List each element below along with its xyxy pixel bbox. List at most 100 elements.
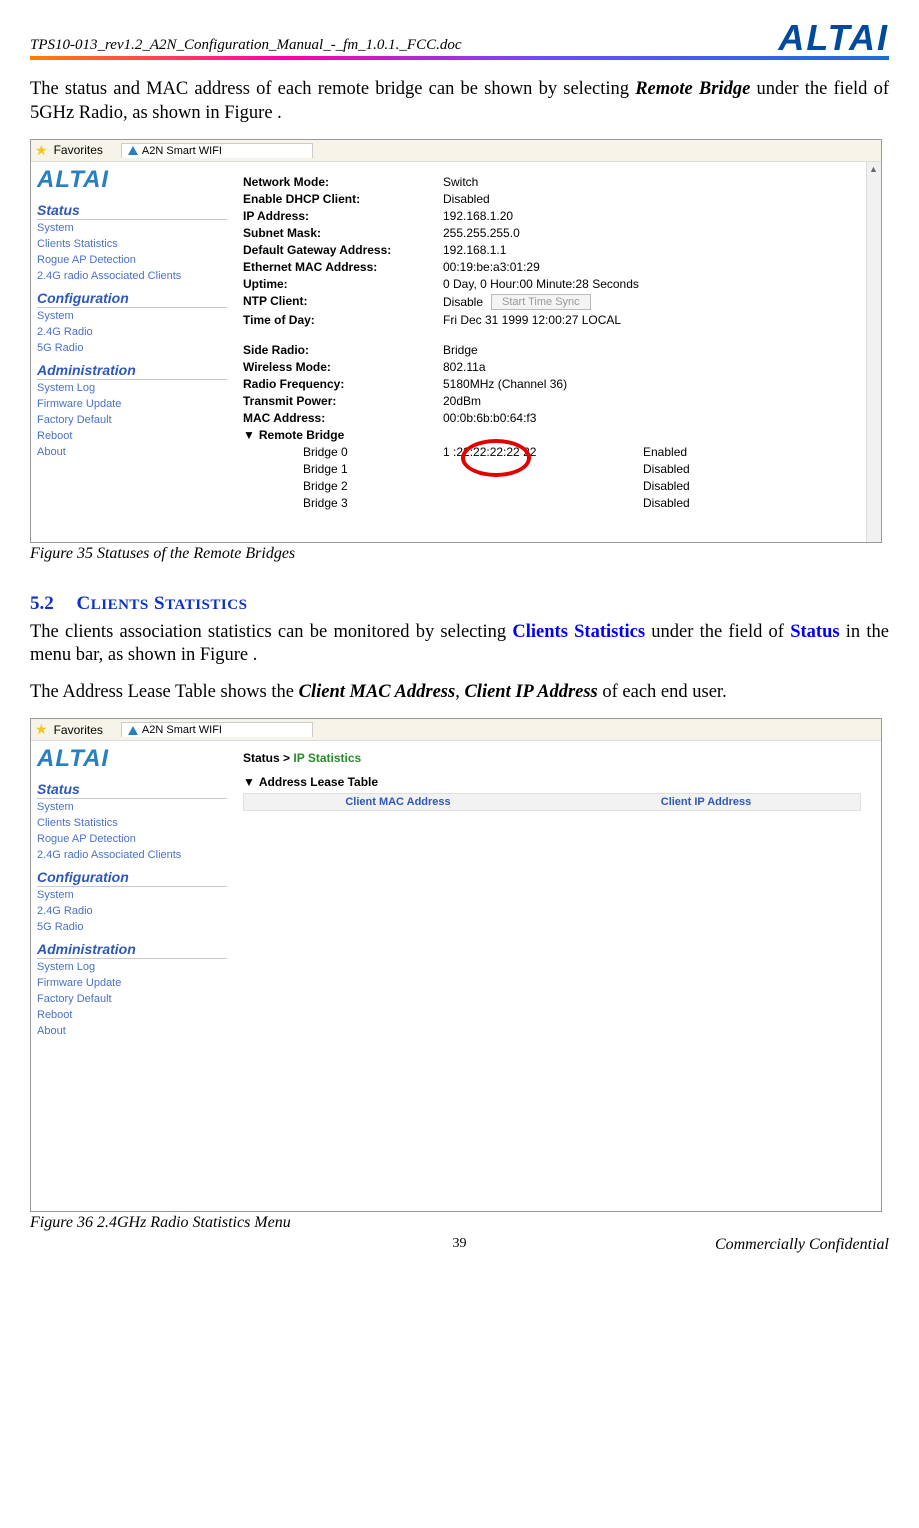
nav-about[interactable]: About <box>37 444 227 460</box>
browser-tab[interactable]: A2N Smart WIFI <box>121 143 313 158</box>
bridge-row-2: Bridge 2Disabled <box>303 479 861 493</box>
label-mask: Subnet Mask: <box>243 226 443 240</box>
value-wmode: 802.11a <box>443 360 861 374</box>
star-icon: ★ <box>35 142 48 159</box>
favorites-label: Favorites <box>54 723 103 737</box>
sidebar: ALTAI Status System Clients Statistics R… <box>31 162 233 542</box>
label-eth-mac: Ethernet MAC Address: <box>243 260 443 274</box>
figure-36-caption: Figure 36 2.4GHz Radio Statistics Menu <box>30 1214 889 1232</box>
nav-reboot[interactable]: Reboot <box>37 1007 227 1023</box>
favorites-bar: ★ Favorites A2N Smart WIFI <box>31 140 881 162</box>
value-uptime: 0 Day, 0 Hour:00 Minute:28 Seconds <box>443 277 861 291</box>
value-ntp: Disable <box>443 295 483 309</box>
label-network-mode: Network Mode: <box>243 175 443 189</box>
confidential-label: Commercially Confidential <box>715 1236 889 1254</box>
value-dhcp: Disabled <box>443 192 861 206</box>
label-tx: Transmit Power: <box>243 394 443 408</box>
start-time-sync-button[interactable]: Start Time Sync <box>491 294 591 310</box>
nav-system[interactable]: System <box>37 220 227 236</box>
sidebar-logo: ALTAI <box>37 741 227 775</box>
bridge-row-0: Bridge 01 :22:22:22:22 22Enabled <box>303 445 861 459</box>
tab-icon <box>128 726 138 735</box>
label-tod: Time of Day: <box>243 313 443 327</box>
nav-heading-admin: Administration <box>37 362 227 380</box>
label-wmode: Wireless Mode: <box>243 360 443 374</box>
label-uptime: Uptime: <box>243 277 443 291</box>
label-ntp: NTP Client: <box>243 294 443 310</box>
nav-24g-clients[interactable]: 2.4G radio Associated Clients <box>37 268 227 284</box>
browser-tab[interactable]: A2N Smart WIFI <box>121 722 313 737</box>
page-number: 39 <box>453 1236 467 1252</box>
nav-heading-status: Status <box>37 202 227 220</box>
nav-clients-statistics[interactable]: Clients Statistics <box>37 236 227 252</box>
chevron-down-icon: ▼ <box>243 775 255 789</box>
figure-36-screenshot: ★ Favorites A2N Smart WIFI ALTAI Status … <box>30 718 882 1212</box>
nav-cfg-system[interactable]: System <box>37 887 227 903</box>
value-freq: 5180MHz (Channel 36) <box>443 377 861 391</box>
breadcrumb: Status > IP Statistics <box>243 751 861 765</box>
status-content: Network Mode:Switch Enable DHCP Client:D… <box>233 162 881 542</box>
nav-firmware[interactable]: Firmware Update <box>37 396 227 412</box>
tab-icon <box>128 146 138 155</box>
nav-firmware[interactable]: Firmware Update <box>37 975 227 991</box>
nav-rogue-ap[interactable]: Rogue AP Detection <box>37 252 227 268</box>
nav-about[interactable]: About <box>37 1023 227 1039</box>
nav-heading-admin: Administration <box>37 941 227 959</box>
section-5-2-p1: The clients association statistics can b… <box>30 621 889 667</box>
label-dhcp: Enable DHCP Client: <box>243 192 443 206</box>
ip-stats-content: Status > IP Statistics ▼ Address Lease T… <box>233 741 881 1211</box>
value-ip: 192.168.1.20 <box>443 209 861 223</box>
label-gateway: Default Gateway Address: <box>243 243 443 257</box>
figure-35-caption: Figure 35 Statuses of the Remote Bridges <box>30 545 889 563</box>
star-icon: ★ <box>35 721 48 738</box>
value-mask: 255.255.255.0 <box>443 226 861 240</box>
value-tx: 20dBm <box>443 394 861 408</box>
nav-syslog[interactable]: System Log <box>37 380 227 396</box>
intro-paragraph: The status and MAC address of each remot… <box>30 78 889 124</box>
scrollbar[interactable] <box>866 162 881 542</box>
section-5-2-heading: 5.2 CLIENTS STATISTICS <box>30 593 889 615</box>
header-gradient <box>30 56 889 60</box>
label-ip: IP Address: <box>243 209 443 223</box>
address-lease-table-toggle[interactable]: ▼ Address Lease Table <box>243 775 861 789</box>
nav-cfg-5g[interactable]: 5G Radio <box>37 340 227 356</box>
nav-cfg-system[interactable]: System <box>37 308 227 324</box>
document-filename: TPS10-013_rev1.2_A2N_Configuration_Manua… <box>30 37 462 54</box>
bridge-row-3: Bridge 3Disabled <box>303 496 861 510</box>
nav-heading-status: Status <box>37 781 227 799</box>
nav-cfg-5g[interactable]: 5G Radio <box>37 919 227 935</box>
nav-clients-statistics[interactable]: Clients Statistics <box>37 815 227 831</box>
value-eth-mac: 00:19:be:a3:01:29 <box>443 260 861 274</box>
page-footer: 39 Commercially Confidential <box>30 1236 889 1254</box>
nav-factory[interactable]: Factory Default <box>37 412 227 428</box>
value-tod: Fri Dec 31 1999 12:00:27 LOCAL <box>443 313 861 327</box>
nav-heading-config: Configuration <box>37 290 227 308</box>
label-side-radio: Side Radio: <box>243 343 443 357</box>
favorites-label: Favorites <box>54 143 103 157</box>
value-network-mode: Switch <box>443 175 861 189</box>
value-mac-5g: 00:0b:6b:b0:64:f3 <box>443 411 861 425</box>
label-mac-5g: MAC Address: <box>243 411 443 425</box>
bridge-row-1: Bridge 1Disabled <box>303 462 861 476</box>
figure-35-screenshot: ★ Favorites A2N Smart WIFI ALTAI Status … <box>30 139 882 543</box>
favorites-bar-2: ★ Favorites A2N Smart WIFI <box>31 719 881 741</box>
table-header-row: Client MAC Address Client IP Address <box>243 793 861 811</box>
nav-syslog[interactable]: System Log <box>37 959 227 975</box>
nav-factory[interactable]: Factory Default <box>37 991 227 1007</box>
nav-heading-config: Configuration <box>37 869 227 887</box>
remote-bridge-toggle[interactable]: ▼ Remote Bridge <box>243 428 861 442</box>
nav-rogue-ap[interactable]: Rogue AP Detection <box>37 831 227 847</box>
sidebar-2: ALTAI Status System Clients Statistics R… <box>31 741 233 1211</box>
value-gateway: 192.168.1.1 <box>443 243 861 257</box>
nav-cfg-24g[interactable]: 2.4G Radio <box>37 903 227 919</box>
nav-24g-clients[interactable]: 2.4G radio Associated Clients <box>37 847 227 863</box>
th-client-mac: Client MAC Address <box>244 796 552 808</box>
section-5-2-p2: The Address Lease Table shows the Client… <box>30 681 889 704</box>
chevron-down-icon: ▼ <box>243 428 255 442</box>
nav-system[interactable]: System <box>37 799 227 815</box>
th-client-ip: Client IP Address <box>552 796 860 808</box>
label-freq: Radio Frequency: <box>243 377 443 391</box>
nav-reboot[interactable]: Reboot <box>37 428 227 444</box>
nav-cfg-24g[interactable]: 2.4G Radio <box>37 324 227 340</box>
altai-logo: ALTAI <box>778 22 889 54</box>
